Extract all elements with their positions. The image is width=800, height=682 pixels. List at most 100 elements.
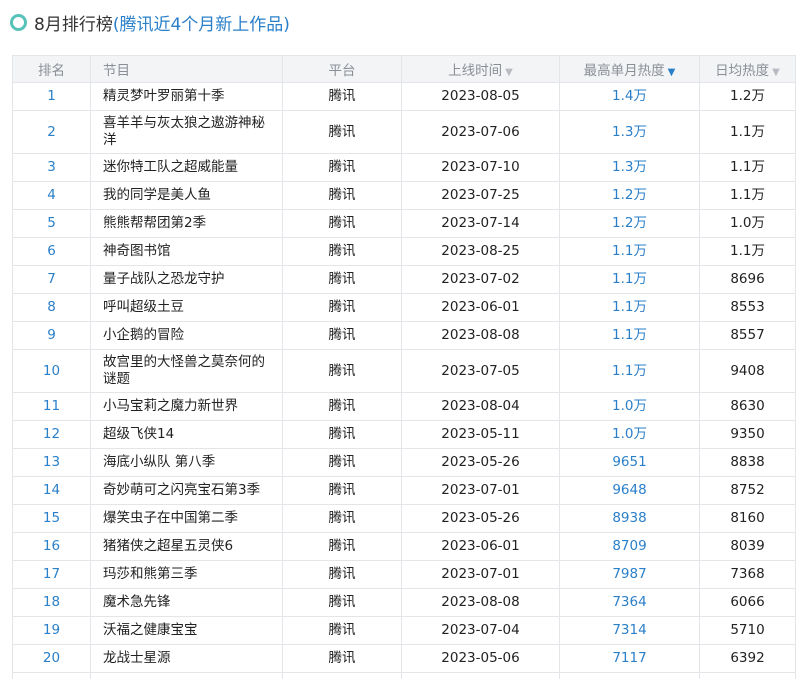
rank-cell: 20 bbox=[12, 644, 91, 673]
program-cell[interactable]: 玛莎和熊第三季 bbox=[90, 560, 283, 589]
column-header-daily-avg[interactable]: 日均热度 ▼ bbox=[699, 55, 796, 83]
program-cell[interactable]: 龙战士星源 bbox=[90, 644, 283, 673]
rank-cell: 2 bbox=[12, 110, 91, 154]
program-cell[interactable]: 熊熊帮帮团第2季 bbox=[90, 209, 283, 238]
table-row[interactable]: 2 喜羊羊与灰太狼之遨游神秘洋 腾讯 2023-07-06 1.3万 1.1万 bbox=[12, 110, 796, 154]
arrow-down-icon[interactable]: ▼ bbox=[505, 67, 513, 78]
program-cell[interactable]: 量子战队之恐龙守护 bbox=[90, 265, 283, 294]
launch-date-cell: 2023-07-02 bbox=[401, 265, 560, 294]
table-row[interactable]: 7 量子战队之恐龙守护 腾讯 2023-07-02 1.1万 8696 bbox=[12, 265, 796, 294]
daily-avg-cell: 5710 bbox=[699, 616, 796, 645]
daily-avg-cell: 1.1万 bbox=[699, 237, 796, 266]
column-header-launch-time[interactable]: 上线时间 ▼ bbox=[401, 55, 560, 83]
daily-avg-cell: 9350 bbox=[699, 420, 796, 449]
program-cell[interactable]: 魔术急先锋 bbox=[90, 588, 283, 617]
page-title: 8月排行榜 bbox=[34, 14, 113, 35]
launch-date-cell: 2023-05-26 bbox=[401, 504, 560, 533]
rank-cell: 1 bbox=[12, 82, 91, 111]
launch-date-cell: 2023-08-05 bbox=[401, 82, 560, 111]
column-header-platform: 平台 bbox=[282, 55, 402, 83]
table-row[interactable]: 4 我的同学是美人鱼 腾讯 2023-07-25 1.2万 1.1万 bbox=[12, 181, 796, 210]
rank-cell: 18 bbox=[12, 588, 91, 617]
table-row[interactable]: 18 魔术急先锋 腾讯 2023-08-08 7364 6066 bbox=[12, 588, 796, 617]
launch-time-label: 上线时间 bbox=[448, 63, 503, 79]
peak-monthly-cell: 1.1万 bbox=[559, 237, 700, 266]
table-row[interactable]: 14 奇妙萌可之闪亮宝石第3季 腾讯 2023-07-01 9648 8752 bbox=[12, 476, 796, 505]
platform-cell: 腾讯 bbox=[282, 209, 402, 238]
peak-monthly-cell: 7364 bbox=[559, 588, 700, 617]
table-row[interactable]: 17 玛莎和熊第三季 腾讯 2023-07-01 7987 7368 bbox=[12, 560, 796, 589]
platform-cell: 腾讯 bbox=[282, 476, 402, 505]
program-cell[interactable]: 精灵梦叶罗丽第十季 bbox=[90, 82, 283, 111]
daily-avg-cell: 8838 bbox=[699, 448, 796, 477]
launch-date-cell: 2023-05-06 bbox=[401, 644, 560, 673]
table-row[interactable]: 11 小马宝莉之魔力新世界 腾讯 2023-08-04 1.0万 8630 bbox=[12, 392, 796, 421]
partial-cell bbox=[12, 672, 91, 679]
daily-avg-cell: 8553 bbox=[699, 293, 796, 322]
peak-monthly-cell: 1.0万 bbox=[559, 420, 700, 449]
platform-cell: 腾讯 bbox=[282, 448, 402, 477]
program-cell[interactable]: 奇妙萌可之闪亮宝石第3季 bbox=[90, 476, 283, 505]
launch-date-cell: 2023-08-04 bbox=[401, 392, 560, 421]
arrow-down-icon[interactable]: ▼ bbox=[668, 67, 676, 78]
platform-cell: 腾讯 bbox=[282, 616, 402, 645]
daily-avg-cell: 8039 bbox=[699, 532, 796, 561]
table-row[interactable]: 12 超级飞侠14 腾讯 2023-05-11 1.0万 9350 bbox=[12, 420, 796, 449]
table-row[interactable]: 3 迷你特工队之超威能量 腾讯 2023-07-10 1.3万 1.1万 bbox=[12, 153, 796, 182]
program-cell[interactable]: 小企鹅的冒险 bbox=[90, 321, 283, 350]
platform-cell: 腾讯 bbox=[282, 321, 402, 350]
program-cell[interactable]: 沃福之健康宝宝 bbox=[90, 616, 283, 645]
program-cell[interactable]: 神奇图书馆 bbox=[90, 237, 283, 266]
peak-monthly-cell: 7117 bbox=[559, 644, 700, 673]
daily-avg-cell: 1.1万 bbox=[699, 181, 796, 210]
table-row[interactable]: 19 沃福之健康宝宝 腾讯 2023-07-04 7314 5710 bbox=[12, 616, 796, 645]
table-row[interactable]: 5 熊熊帮帮团第2季 腾讯 2023-07-14 1.2万 1.0万 bbox=[12, 209, 796, 238]
column-header-rank: 排名 bbox=[12, 55, 91, 83]
table-row-partial bbox=[12, 672, 796, 679]
table-row[interactable]: 6 神奇图书馆 腾讯 2023-08-25 1.1万 1.1万 bbox=[12, 237, 796, 266]
table-row[interactable]: 9 小企鹅的冒险 腾讯 2023-08-08 1.1万 8557 bbox=[12, 321, 796, 350]
program-cell[interactable]: 喜羊羊与灰太狼之遨游神秘洋 bbox=[90, 110, 283, 154]
platform-cell: 腾讯 bbox=[282, 420, 402, 449]
daily-avg-label: 日均热度 bbox=[715, 63, 770, 79]
daily-avg-cell: 8630 bbox=[699, 392, 796, 421]
table-row[interactable]: 13 海底小纵队 第八季 腾讯 2023-05-26 9651 8838 bbox=[12, 448, 796, 477]
launch-date-cell: 2023-08-25 bbox=[401, 237, 560, 266]
column-header-peak-monthly[interactable]: 最高单月热度 ▼ bbox=[559, 55, 700, 83]
daily-avg-cell: 6066 bbox=[699, 588, 796, 617]
program-cell[interactable]: 超级飞侠14 bbox=[90, 420, 283, 449]
table-row[interactable]: 20 龙战士星源 腾讯 2023-05-06 7117 6392 bbox=[12, 644, 796, 673]
program-cell[interactable]: 故宫里的大怪兽之莫奈何的谜题 bbox=[90, 349, 283, 393]
launch-date-cell: 2023-08-08 bbox=[401, 588, 560, 617]
rank-cell: 14 bbox=[12, 476, 91, 505]
table-row[interactable]: 10 故宫里的大怪兽之莫奈何的谜题 腾讯 2023-07-05 1.1万 9408 bbox=[12, 349, 796, 393]
program-cell[interactable]: 我的同学是美人鱼 bbox=[90, 181, 283, 210]
table-row[interactable]: 1 精灵梦叶罗丽第十季 腾讯 2023-08-05 1.4万 1.2万 bbox=[12, 82, 796, 111]
program-cell[interactable]: 猪猪侠之超星五灵侠6 bbox=[90, 532, 283, 561]
rank-cell: 11 bbox=[12, 392, 91, 421]
program-cell[interactable]: 海底小纵队 第八季 bbox=[90, 448, 283, 477]
peak-monthly-cell: 1.1万 bbox=[559, 265, 700, 294]
peak-monthly-cell: 1.0万 bbox=[559, 392, 700, 421]
program-cell[interactable]: 爆笑虫子在中国第二季 bbox=[90, 504, 283, 533]
program-cell[interactable]: 迷你特工队之超威能量 bbox=[90, 153, 283, 182]
program-cell[interactable]: 呼叫超级土豆 bbox=[90, 293, 283, 322]
rank-cell: 3 bbox=[12, 153, 91, 182]
peak-monthly-cell: 1.3万 bbox=[559, 110, 700, 154]
peak-monthly-cell: 1.2万 bbox=[559, 181, 700, 210]
daily-avg-cell: 7368 bbox=[699, 560, 796, 589]
program-cell[interactable]: 小马宝莉之魔力新世界 bbox=[90, 392, 283, 421]
table-row[interactable]: 8 呼叫超级土豆 腾讯 2023-06-01 1.1万 8553 bbox=[12, 293, 796, 322]
platform-cell: 腾讯 bbox=[282, 532, 402, 561]
arrow-down-icon[interactable]: ▼ bbox=[772, 67, 780, 78]
table-row[interactable]: 15 爆笑虫子在中国第二季 腾讯 2023-05-26 8938 8160 bbox=[12, 504, 796, 533]
daily-avg-cell: 1.0万 bbox=[699, 209, 796, 238]
peak-monthly-cell: 1.1万 bbox=[559, 321, 700, 350]
platform-cell: 腾讯 bbox=[282, 644, 402, 673]
rank-cell: 19 bbox=[12, 616, 91, 645]
platform-cell: 腾讯 bbox=[282, 265, 402, 294]
ranking-table: 排名 节目 平台 上线时间 ▼ 最高单月热度 ▼ 日均热度 ▼ 1 精灵梦叶罗丽第十季腾… bbox=[12, 55, 796, 679]
partial-cell bbox=[90, 672, 283, 679]
launch-date-cell: 2023-07-01 bbox=[401, 476, 560, 505]
table-row[interactable]: 16 猪猪侠之超星五灵侠6 腾讯 2023-06-01 8709 8039 bbox=[12, 532, 796, 561]
